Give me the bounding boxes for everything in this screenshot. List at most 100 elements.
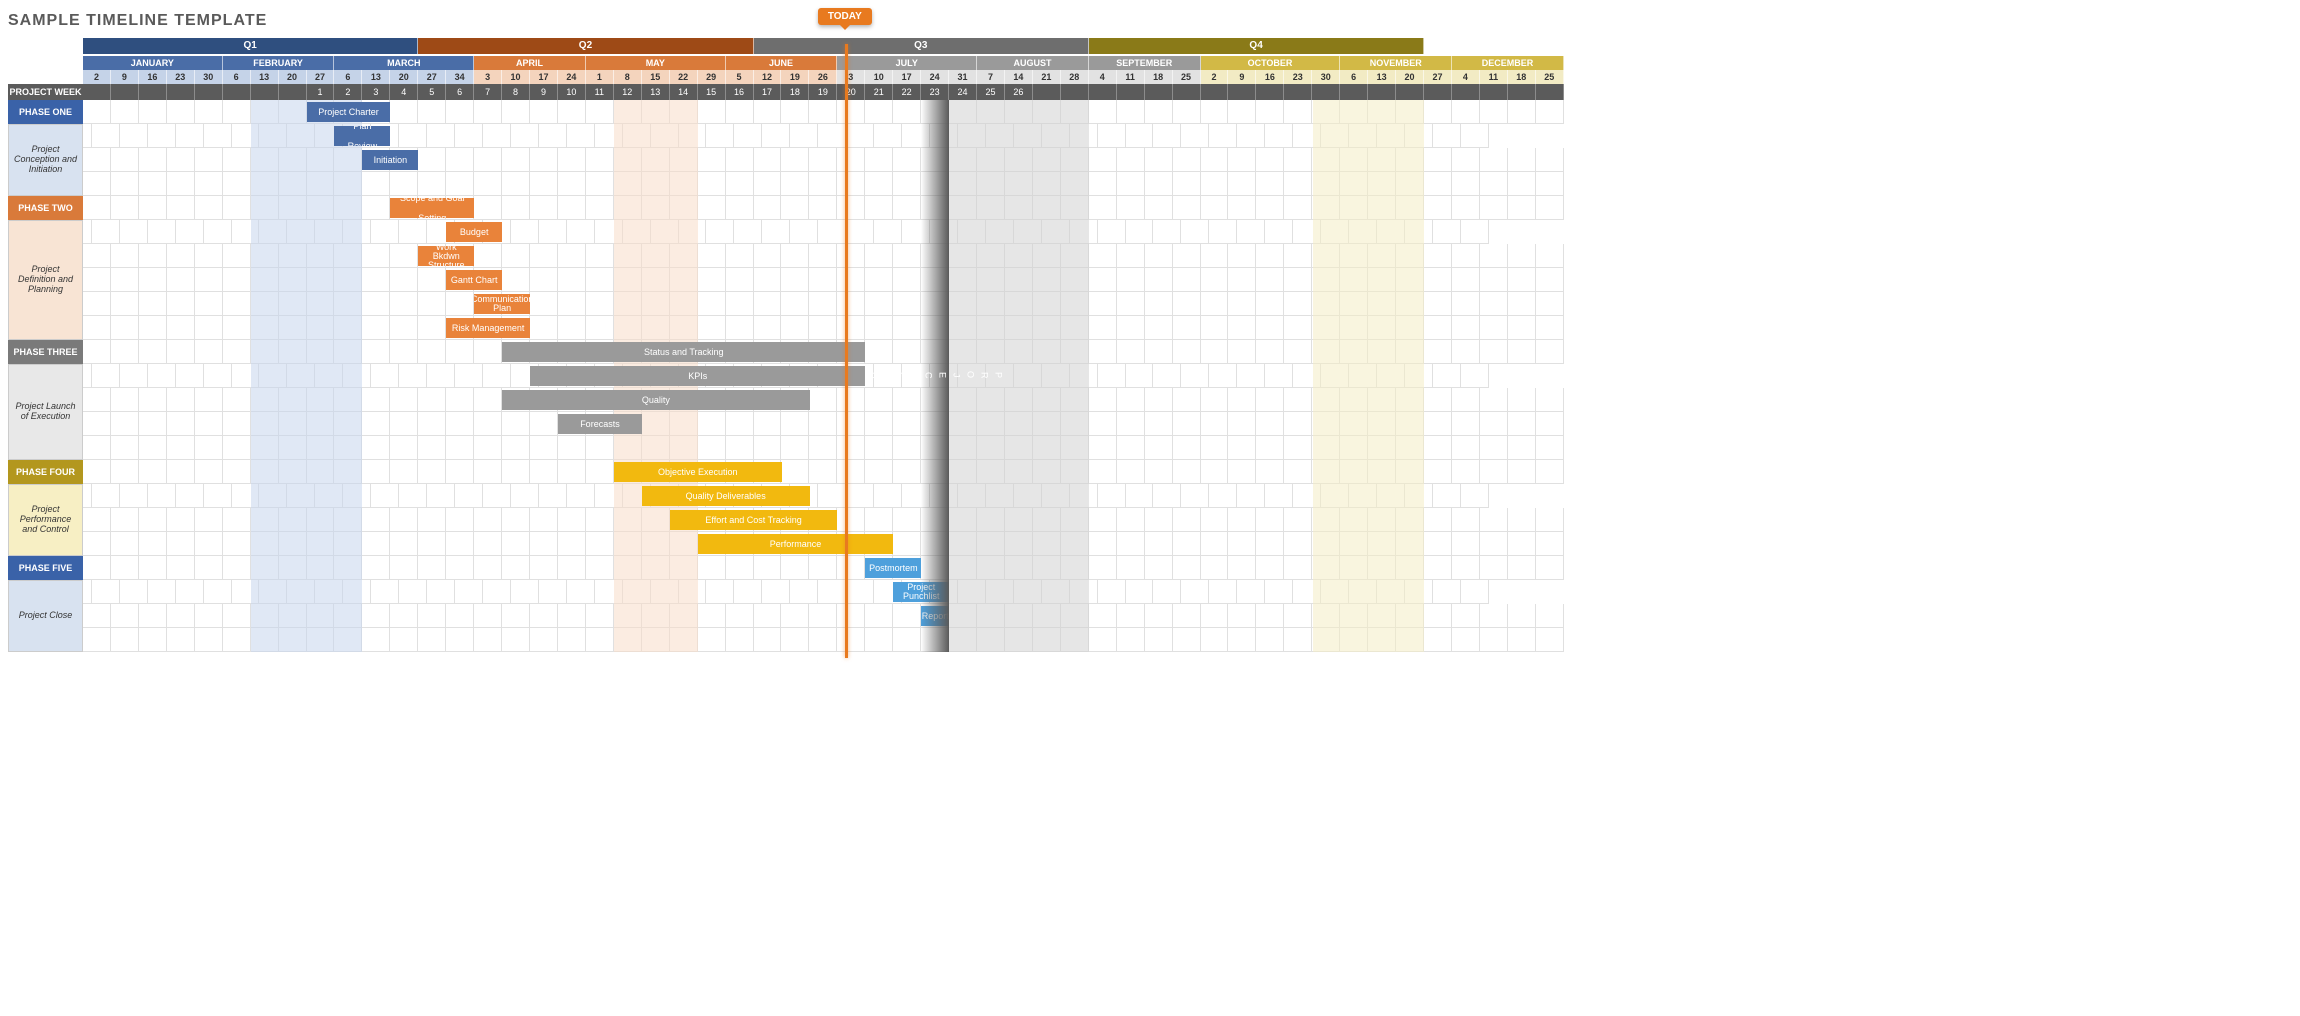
- grid-cell: [558, 604, 586, 628]
- grid-cell: [1536, 388, 1564, 412]
- grid-cell: [893, 268, 921, 292]
- project-week-number: 24: [949, 84, 977, 100]
- grid-cell: [195, 604, 223, 628]
- grid-cell: [726, 604, 754, 628]
- grid-cell: [362, 412, 390, 436]
- gantt-bar[interactable]: Postmortem: [865, 558, 921, 578]
- project-week-number: [279, 84, 307, 100]
- project-week-number: [1424, 84, 1452, 100]
- gantt-bar[interactable]: Quality Deliverables: [642, 486, 810, 506]
- grid-cell: [1508, 628, 1536, 652]
- gantt-bar[interactable]: Risk Management: [446, 318, 530, 338]
- grid-cell: [195, 340, 223, 364]
- grid-cell: [1452, 340, 1480, 364]
- grid-cell: [223, 556, 251, 580]
- project-week-number: 15: [698, 84, 726, 100]
- gantt-bar[interactable]: Communication Plan: [474, 294, 530, 314]
- grid-cell: [223, 340, 251, 364]
- grid-cell: [1237, 484, 1265, 508]
- gantt-bar[interactable]: Work Bkdwn Structure: [418, 246, 474, 266]
- today-line: [845, 44, 848, 658]
- grid-cell: [809, 412, 837, 436]
- grid-cell: [1480, 604, 1508, 628]
- gantt-bar[interactable]: Scope and Goal Setting: [390, 198, 474, 218]
- grid-cell: [1480, 196, 1508, 220]
- project-week-number: 20: [837, 84, 865, 100]
- grid-cell: [1256, 556, 1284, 580]
- grid-cell: [530, 412, 558, 436]
- grid-cell: [1153, 124, 1181, 148]
- grid-cell: [1256, 628, 1284, 652]
- grid-cell: [586, 268, 614, 292]
- grid-cell: [865, 604, 893, 628]
- grid-cell: [781, 196, 809, 220]
- gantt-bar[interactable]: Status and Tracking: [502, 342, 865, 362]
- grid-cell: [446, 508, 474, 532]
- grid-cell: [390, 340, 418, 364]
- grid-cell: [204, 124, 232, 148]
- week-date: 18: [1145, 70, 1173, 84]
- grid-cell: [111, 460, 139, 484]
- grid-cell: [1173, 172, 1201, 196]
- grid-cell: [1089, 244, 1117, 268]
- gantt-bar[interactable]: Project Charter: [307, 102, 391, 122]
- month-header: OCTOBER: [1201, 56, 1341, 70]
- grid-cell: [809, 316, 837, 340]
- week-date: 21: [1033, 70, 1061, 84]
- grid-cell: [558, 244, 586, 268]
- grid-cell: [223, 172, 251, 196]
- gantt-bar[interactable]: Objective Execution: [614, 462, 782, 482]
- grid-cell: [362, 172, 390, 196]
- grid-cell: [362, 604, 390, 628]
- grid-cell: [139, 412, 167, 436]
- grid-cell: [1536, 532, 1564, 556]
- grid-cell: [502, 604, 530, 628]
- gantt-bar[interactable]: Effort and Cost Tracking: [670, 510, 838, 530]
- grid-cell: [446, 628, 474, 652]
- grid-cell: [1452, 460, 1480, 484]
- month-shade: [251, 100, 363, 652]
- grid-cell: [83, 340, 111, 364]
- grid-cell: [446, 412, 474, 436]
- grid-cell: [446, 556, 474, 580]
- grid-cell: [1173, 412, 1201, 436]
- grid-cell: [1173, 316, 1201, 340]
- gantt-bar[interactable]: Initiation: [362, 150, 418, 170]
- grid-cell: [809, 436, 837, 460]
- gantt-bar[interactable]: Performance: [698, 534, 894, 554]
- grid-cell: [1153, 580, 1181, 604]
- week-date: 10: [865, 70, 893, 84]
- grid-cell: [83, 556, 111, 580]
- month-header: MAY: [586, 56, 726, 70]
- grid-cell: [502, 148, 530, 172]
- gantt-bar[interactable]: Plan Review: [334, 126, 390, 146]
- grid-cell: [530, 316, 558, 340]
- grid-cell: [1089, 196, 1117, 220]
- month-header: MARCH: [334, 56, 474, 70]
- project-week-number: [1312, 84, 1340, 100]
- grid-cell: [1480, 148, 1508, 172]
- gantt-bar[interactable]: Forecasts: [558, 414, 642, 434]
- grid-cell: [1480, 388, 1508, 412]
- grid-cell: [698, 292, 726, 316]
- gantt-bar[interactable]: KPIs: [530, 366, 865, 386]
- grid-cell: [120, 124, 148, 148]
- month-header: NOVEMBER: [1340, 56, 1452, 70]
- grid-cell: [83, 148, 111, 172]
- grid-cell: [139, 508, 167, 532]
- grid-cell: [1173, 244, 1201, 268]
- grid-cell: [139, 388, 167, 412]
- grid-cell: [1452, 436, 1480, 460]
- grid-cell: [1536, 508, 1564, 532]
- grid-cell: [1098, 124, 1126, 148]
- grid-cell: [893, 436, 921, 460]
- grid-cell: [223, 436, 251, 460]
- grid-cell: [1508, 196, 1536, 220]
- gantt-bar[interactable]: Quality: [502, 390, 809, 410]
- week-date: 30: [195, 70, 223, 84]
- gantt-bar[interactable]: Budget: [446, 222, 502, 242]
- grid-cell: [111, 388, 139, 412]
- grid-cell: [418, 268, 446, 292]
- grid-cell: [111, 292, 139, 316]
- gantt-bar[interactable]: Gantt Chart: [446, 270, 502, 290]
